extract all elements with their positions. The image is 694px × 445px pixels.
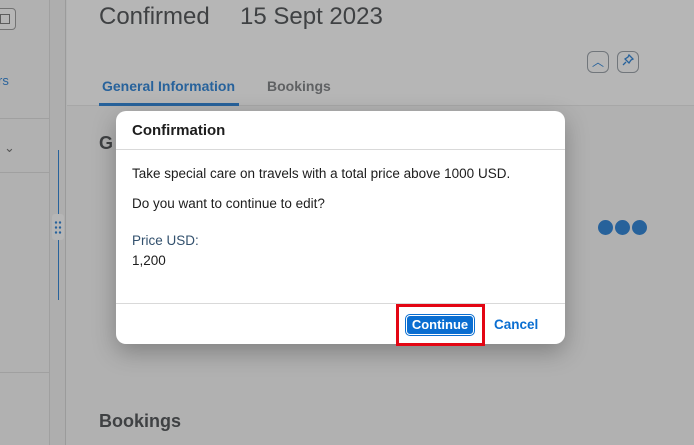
continue-button[interactable]: Continue [405,314,475,336]
confirmation-dialog: Confirmation Take special care on travel… [116,111,565,344]
cancel-button[interactable]: Cancel [494,317,538,332]
dialog-title: Confirmation [132,122,226,139]
price-label: Price USD: [132,233,199,248]
dialog-body: Take special care on travels with a tota… [116,150,565,268]
dialog-header: Confirmation [116,111,565,150]
dialog-message: Take special care on travels with a tota… [132,166,511,181]
dialog-question: Do you want to continue to edit? [132,196,325,211]
price-value: 1,200 [132,253,166,268]
dialog-footer: Continue Cancel [116,303,565,344]
